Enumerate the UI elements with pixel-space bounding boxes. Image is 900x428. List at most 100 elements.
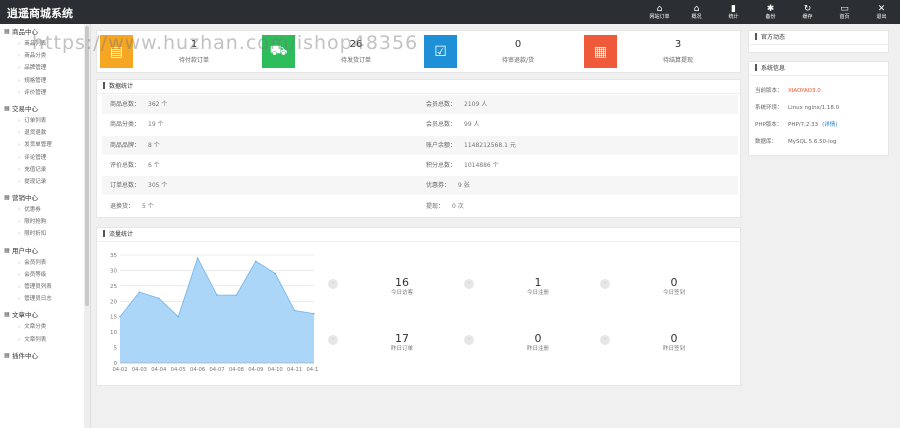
info-key: PHP版本： <box>755 122 783 128</box>
sidebar-group-label: 文章中心 <box>12 311 38 320</box>
data-key: 会员总数： <box>426 121 457 129</box>
info-value: PHP/7.2.33 (详情) <box>788 117 837 133</box>
sidebar-item[interactable]: 限时抢购 <box>4 216 90 228</box>
data-point <box>255 260 257 262</box>
data-value: 0 次 <box>452 202 464 210</box>
info-value-text: PHP/7.2.33 <box>788 122 819 128</box>
system-info-row: 系统环境： Linux nginx/1.18.0 <box>755 100 839 116</box>
sidebar-group: ▦ 插件中心 <box>0 350 90 362</box>
watermark: https://www.huzhan.com/ishop48356 <box>32 32 419 54</box>
y-tick-label: 10 <box>110 330 117 336</box>
sidebar-group-title[interactable]: ▦ 用户中心 <box>4 245 90 257</box>
y-tick-label: 5 <box>114 346 118 352</box>
metric-number: 16 <box>395 276 409 289</box>
topnav-item-0[interactable]: ⌂ 网站订单 <box>641 0 678 24</box>
data-value: 6 个 <box>148 161 160 169</box>
sidebar-item[interactable]: 会员列表 <box>4 257 90 269</box>
sidebar-item[interactable]: 文章列表 <box>4 334 90 346</box>
x-tick-label: 04-12 <box>306 367 319 373</box>
sidebar-item[interactable]: 规格管理 <box>4 75 90 87</box>
data-row: 评价总数： 6 个 积分总数： 1014886 个 <box>102 156 738 175</box>
data-cell: 会员总数： 99 人 <box>426 115 480 134</box>
stat-card[interactable]: ☑ 0 待审退款/货 <box>424 35 584 68</box>
sidebar-item[interactable]: 优惠券 <box>4 204 90 216</box>
stat-label: 待审退款/货 <box>501 57 535 64</box>
gear-icon: ✱ <box>766 3 775 14</box>
data-value: 1014886 个 <box>464 161 499 169</box>
system-info-row: 数据库： MySQL 5.6.50-log <box>755 134 837 150</box>
top-nav: ⌂ 网站订单 ⌂ 概况 ▮ 统计 ✱ 备份 ↻ 缓存 ▭ 首页 ✕ 退出 <box>641 0 900 24</box>
traffic-metric: 0 今日签到 <box>639 276 709 297</box>
topnav-label: 备份 <box>765 13 776 20</box>
sidebar-item[interactable]: 退货退款 <box>4 127 90 139</box>
metric-label: 今日注册 <box>526 290 549 296</box>
sidebar-item[interactable]: 管理员列表 <box>4 281 90 293</box>
data-cell: 优惠券： 9 张 <box>426 176 470 195</box>
topnav-item-3[interactable]: ✱ 备份 <box>752 0 789 24</box>
info-key: 数据库： <box>755 139 778 145</box>
sidebar-item[interactable]: 限时折扣 <box>4 228 90 240</box>
y-tick-label: 35 <box>110 253 117 259</box>
x-tick-label: 04-09 <box>248 367 263 373</box>
stat-card[interactable]: ▦ 3 待结算提现 <box>584 35 744 68</box>
metric-number: 0 <box>534 332 542 345</box>
data-key: 会员总数： <box>426 101 457 108</box>
topnav-label: 退出 <box>876 13 887 20</box>
sidebar-item[interactable]: 评论管理 <box>4 152 90 164</box>
sidebar-group-title[interactable]: ▦ 营销中心 <box>4 192 90 204</box>
data-value: 5 个 <box>142 202 154 210</box>
data-value: 8 个 <box>148 141 160 149</box>
sidebar-group-title[interactable]: ▦ 插件中心 <box>4 350 90 362</box>
stat-label: 待付款订单 <box>178 57 209 64</box>
bar-chart-icon: ▦ <box>4 104 10 112</box>
sidebar-scrollbar[interactable] <box>84 24 90 428</box>
data-stats-title: 数据统计 <box>97 80 740 94</box>
sidebar-group-title[interactable]: ▦ 文章中心 <box>4 309 90 321</box>
metric-indicator: · <box>600 335 610 345</box>
info-detail-link[interactable]: (详情) <box>822 122 837 128</box>
x-tick-label: 04-08 <box>229 367 244 373</box>
news-title: 官方动态 <box>749 31 888 45</box>
sidebar-item[interactable]: 充值记录 <box>4 164 90 176</box>
metric-indicator: · <box>328 335 338 345</box>
x-tick-label: 04-07 <box>209 367 224 373</box>
y-tick-label: 15 <box>110 315 117 321</box>
sidebar-item[interactable]: 提现记录 <box>4 176 90 188</box>
sidebar-scrollbar-thumb[interactable] <box>85 26 89 306</box>
sidebar-group: ▦交易中心订单列表退货退款发货单管理评论管理充值记录提现记录 <box>0 103 90 188</box>
check-icon: ☑ <box>424 35 457 68</box>
data-row: 商品分类： 19 个 会员总数： 99 人 <box>102 115 738 134</box>
x-tick-label: 04-11 <box>287 367 302 373</box>
topnav-item-2[interactable]: ▮ 统计 <box>715 0 752 24</box>
sidebar-group-label: 插件中心 <box>12 351 38 360</box>
sidebar-item[interactable]: 评价管理 <box>4 87 90 99</box>
sidebar-item[interactable]: 会员等级 <box>4 269 90 281</box>
info-value: MySQL 5.6.50-log <box>788 134 837 150</box>
sidebar-group-title[interactable]: ▦ 交易中心 <box>4 103 90 115</box>
home-icon: ⌂ <box>693 3 700 14</box>
sidebar-item[interactable]: 文章分类 <box>4 321 90 333</box>
topnav-item-5[interactable]: ▭ 首页 <box>826 0 863 24</box>
data-cell: 提现： 0 次 <box>426 197 464 216</box>
top-bar: 逍遥商城系统 ⌂ 网站订单 ⌂ 概况 ▮ 统计 ✱ 备份 ↻ 缓存 ▭ 首页 ✕ 退出 <box>0 0 900 24</box>
stat-label: 待结算提现 <box>662 57 693 64</box>
topnav-item-1[interactable]: ⌂ 概况 <box>678 0 715 24</box>
data-cell: 账户余额： 1148212568.1 元 <box>426 136 516 155</box>
sidebar-item[interactable]: 发货单管理 <box>4 139 90 151</box>
data-row: 退换货： 5 个 提现： 0 次 <box>102 197 738 216</box>
data-point <box>313 312 315 315</box>
topnav-item-6[interactable]: ✕ 退出 <box>863 0 900 24</box>
sidebar-item[interactable]: 管理员日志 <box>4 293 90 305</box>
traffic-chart: 0510152025303504-02 04-03 04-04 04-05 04-06 0… <box>110 253 319 373</box>
info-value-text: Linux nginx/1.18.0 <box>788 105 840 111</box>
metric-label: 今日签到 <box>662 290 685 296</box>
calculator-icon: ▦ <box>584 35 617 68</box>
sidebar-group: ▦用户中心会员列表会员等级管理员列表管理员日志 <box>0 245 90 306</box>
sidebar-item[interactable]: 订单列表 <box>4 115 90 127</box>
metric-indicator: · <box>328 279 338 289</box>
traffic-metric: 1 今日注册 <box>503 276 573 297</box>
data-key: 账户余额： <box>426 141 457 149</box>
metric-indicator: · <box>464 335 474 345</box>
sidebar-item[interactable]: 品牌管理 <box>4 62 90 74</box>
topnav-item-4[interactable]: ↻ 缓存 <box>789 0 826 24</box>
